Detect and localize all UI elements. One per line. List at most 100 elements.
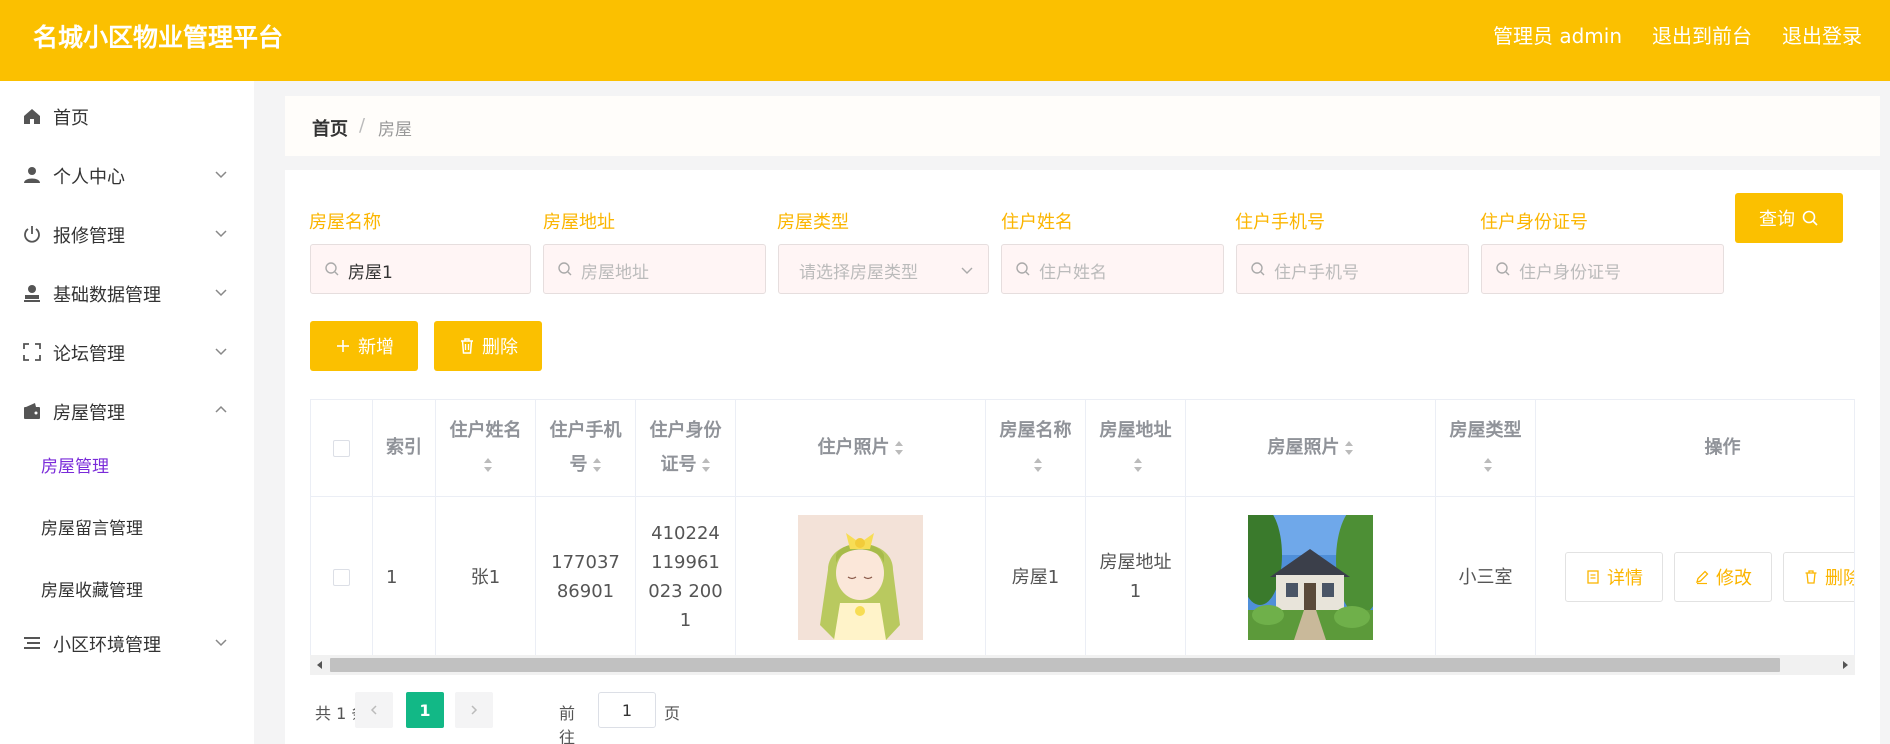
house-name-input[interactable]: 房屋1 [310,244,531,294]
house-photo-image[interactable] [1248,514,1373,640]
filter-label-house-name: 房屋名称 [309,212,381,233]
row-checkbox[interactable] [333,568,350,586]
resident-name-input[interactable]: 住户姓名 [1001,244,1224,294]
prev-page-button[interactable] [355,692,393,728]
sidebar-item-house[interactable]: 房屋管理 [0,392,254,428]
column-header-label: 房屋地址 [1099,420,1172,441]
sidebar-subitem-house-manage[interactable]: 房屋管理 [0,447,254,479]
table-horizontal-scrollbar[interactable] [310,655,1855,675]
resident-phone-input[interactable]: 住户手机号 [1236,244,1469,294]
sidebar-subitem-house-favorite[interactable]: 房屋收藏管理 [0,571,254,603]
edit-button-label: 修改 [1716,568,1752,589]
cell-house-type: 小三室 [1436,497,1536,657]
resident-phone-placeholder: 住户手机号 [1274,263,1359,283]
breadcrumb: 首页 / 房屋 [285,96,1880,156]
column-header-house-address[interactable]: 房屋地址 [1086,400,1186,496]
chevron-down-icon [215,171,227,179]
resident-id-input[interactable]: 住户身份证号 [1481,244,1724,294]
sidebar-item-personal[interactable]: 个人中心 [0,156,254,192]
scroll-left-arrow-icon[interactable] [315,660,325,670]
sidebar-subitem-label: 房屋管理 [41,457,109,477]
query-button[interactable]: 查询 [1735,193,1843,243]
breadcrumb-home[interactable]: 首页 [312,115,348,141]
detail-button[interactable]: 详情 [1565,552,1663,602]
sidebar-subitem-house-message[interactable]: 房屋留言管理 [0,509,254,541]
house-table: 索引 住户姓名 住户手机号 住户身份证号 住户照片 房屋名称 房屋地址 房屋照片 [310,399,1855,667]
table-row: 1 张1 17703786901 410224119961023 2001 房屋… [311,497,1854,657]
cell-id-number-value: 410224119961023 2001 [648,523,723,631]
filter-label-house-address: 房屋地址 [543,212,615,233]
column-header-house-type[interactable]: 房屋类型 [1436,400,1536,496]
column-header-label: 房屋类型 [1449,420,1522,441]
add-button[interactable]: 新增 [310,321,418,371]
admin-user-link[interactable]: 管理员 admin [1493,20,1622,49]
logout-link[interactable]: 退出登录 [1782,20,1862,49]
column-header-phone[interactable]: 住户手机号 [536,400,636,496]
sidebar-item-repair[interactable]: 报修管理 [0,215,254,251]
page-number-1[interactable]: 1 [406,692,444,728]
row-delete-button[interactable]: 删除 [1783,552,1854,602]
column-header-label: 住户手机号 [549,420,622,475]
house-name-value: 房屋1 [348,263,393,283]
exit-to-frontend-link[interactable]: 退出到前台 [1652,20,1752,49]
chevron-down-icon [215,639,227,647]
house-type-select[interactable]: 请选择房屋类型 [778,244,989,294]
sidebar-item-label: 房屋管理 [53,403,125,424]
filter-label-resident-phone: 住户手机号 [1235,212,1325,233]
filter-label-resident-id: 住户身份证号 [1480,212,1588,233]
pagination-goto-label: 前往 [559,704,576,744]
sidebar-item-base-data[interactable]: 基础数据管理 [0,274,254,310]
sort-icon [592,458,601,472]
column-header-resident-name[interactable]: 住户姓名 [436,400,536,496]
column-header-house-photo[interactable]: 房屋照片 [1186,400,1436,496]
cell-house-type-value: 小三室 [1458,566,1513,588]
scrollbar-thumb[interactable] [330,658,1780,672]
document-icon [1587,570,1599,584]
delete-button-label: 删除 [482,337,518,358]
sidebar-item-environment[interactable]: 小区环境管理 [0,624,254,660]
house-address-placeholder: 房屋地址 [581,263,649,283]
resident-photo-image[interactable] [798,514,923,640]
sort-icon [701,458,710,472]
next-page-button[interactable] [455,692,493,728]
column-header-id-number[interactable]: 住户身份证号 [636,400,736,496]
header-links: 管理员 admin 退出到前台 退出登录 [1493,20,1862,49]
sidebar-item-forum[interactable]: 论坛管理 [0,333,254,369]
cell-index: 1 [373,497,436,657]
search-icon [325,262,339,276]
resident-name-placeholder: 住户姓名 [1039,263,1107,283]
cell-resident-name: 张1 [436,497,536,657]
stamp-icon [24,285,40,302]
search-icon [1496,262,1510,276]
house-type-placeholder: 请选择房屋类型 [799,263,918,283]
select-all-checkbox[interactable] [333,439,350,457]
trash-icon [461,338,473,354]
filter-label-house-type: 房屋类型 [777,212,849,233]
user-icon [24,167,40,183]
cell-id-number: 410224119961023 2001 [636,497,736,657]
cell-index-value: 1 [386,566,398,588]
sidebar-item-home[interactable]: 首页 [0,97,254,133]
scroll-right-arrow-icon[interactable] [1840,660,1850,670]
chevron-down-icon [215,348,227,356]
house-address-input[interactable]: 房屋地址 [543,244,766,294]
column-header-house-name[interactable]: 房屋名称 [986,400,1086,496]
query-button-label: 查询 [1759,209,1795,230]
sidebar-subitem-label: 房屋留言管理 [41,519,143,539]
sidebar-item-label: 基础数据管理 [53,285,161,306]
sort-icon [1033,458,1042,472]
cell-resident-name-value: 张1 [470,566,501,588]
sort-icon [483,458,492,472]
edit-icon [1696,570,1709,585]
pagination-goto-input[interactable]: 1 [598,692,656,728]
row-delete-button-label: 删除 [1825,568,1854,589]
cell-house-photo [1186,497,1436,657]
resident-id-placeholder: 住户身份证号 [1519,263,1621,283]
column-header-label: 索引 [386,437,422,458]
filter-label-resident-name: 住户姓名 [1001,212,1073,233]
sidebar-item-label: 论坛管理 [53,344,125,365]
pagination-unit-label: 页 [664,704,681,723]
delete-button[interactable]: 删除 [434,321,542,371]
column-header-resident-photo[interactable]: 住户照片 [736,400,986,496]
edit-button[interactable]: 修改 [1674,552,1772,602]
